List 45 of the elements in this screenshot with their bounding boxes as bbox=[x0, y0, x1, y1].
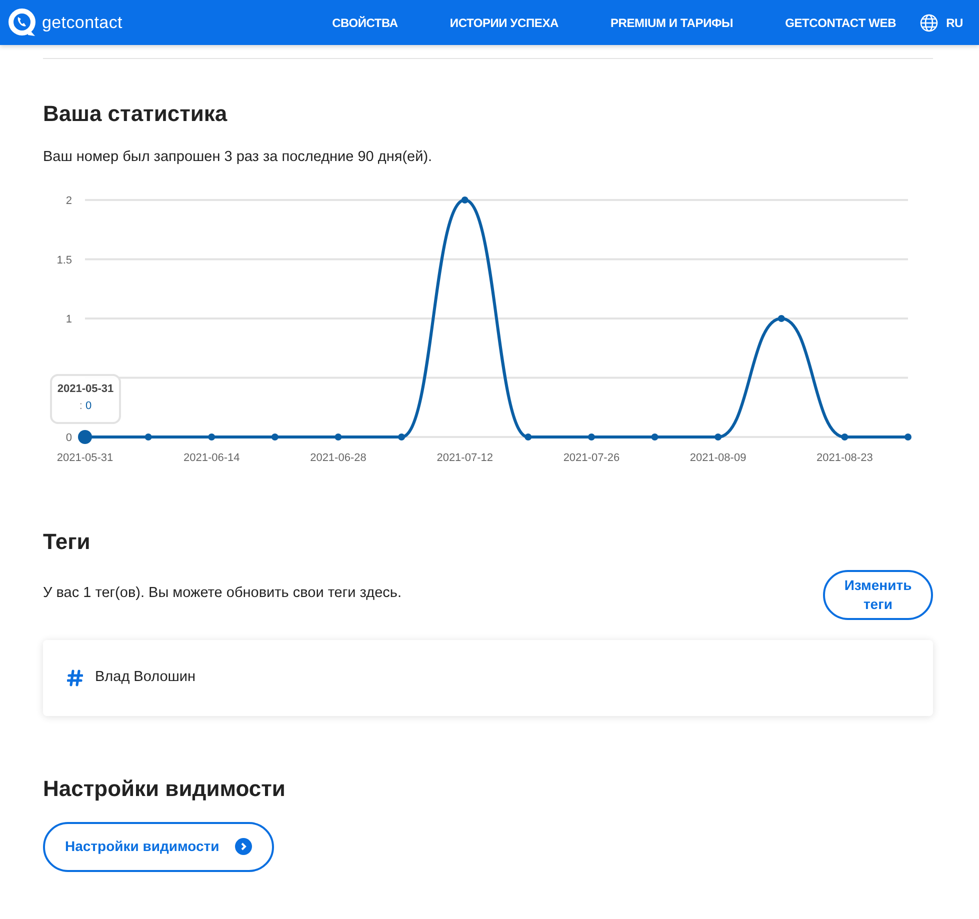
chevron-right-icon bbox=[235, 838, 252, 856]
data-point[interactable] bbox=[461, 196, 468, 204]
summary-text: Ваш номер был запрошен 3 раз за последние 90 дня(ей). bbox=[43, 148, 434, 168]
globe-icon[interactable] bbox=[920, 14, 938, 32]
x-axis-label: 2021-07-26 bbox=[563, 452, 620, 464]
data-point[interactable] bbox=[588, 434, 595, 441]
data-point[interactable] bbox=[841, 434, 848, 441]
x-axis-label: 2021-06-14 bbox=[183, 452, 240, 464]
data-point[interactable] bbox=[524, 434, 532, 441]
data-point[interactable] bbox=[714, 434, 722, 441]
y-axis-label: 1.5 bbox=[56, 254, 72, 266]
data-point[interactable] bbox=[144, 434, 152, 441]
section-heading: Теги bbox=[43, 529, 92, 556]
hash-icon bbox=[67, 668, 83, 687]
data-point[interactable] bbox=[334, 434, 342, 441]
data-point[interactable] bbox=[208, 434, 216, 441]
tooltip-date: 2021-05-31 bbox=[56, 382, 115, 398]
y-axis-label: 0 bbox=[66, 432, 72, 444]
x-axis-label: 2021-08-23 bbox=[816, 452, 873, 464]
section-heading: Настройки видимости bbox=[43, 776, 286, 802]
data-point[interactable] bbox=[398, 434, 406, 441]
x-axis-label: 2021-07-12 bbox=[436, 452, 493, 464]
data-point[interactable] bbox=[778, 315, 785, 322]
nav-link[interactable]: PREMIUM И ТАРИФЫ bbox=[610, 14, 734, 32]
edit-tags-button[interactable]: Изменить теги bbox=[823, 570, 933, 620]
y-axis-label: 2 bbox=[66, 195, 72, 208]
tag-label: Влад Волошин bbox=[95, 668, 196, 687]
tooltip-value: : 0 bbox=[78, 398, 93, 414]
summary-text: У вас 1 тег(ов). Вы можете обновить свои теги здесь. bbox=[43, 584, 402, 603]
visibility-settings-button[interactable]: Настройки видимости bbox=[43, 822, 274, 872]
x-axis-label: 2021-06-28 bbox=[310, 452, 366, 464]
brand-name[interactable]: getcontact bbox=[42, 10, 122, 36]
language-link[interactable]: RU bbox=[946, 14, 963, 32]
data-point[interactable] bbox=[651, 434, 658, 441]
data-point[interactable] bbox=[78, 430, 92, 444]
y-axis-label: 1 bbox=[66, 314, 72, 326]
nav-link[interactable]: GETCONTACT WEB bbox=[785, 14, 896, 32]
data-point[interactable] bbox=[904, 434, 912, 441]
data-point[interactable] bbox=[271, 434, 278, 441]
nav-link[interactable]: СВОЙСТВА bbox=[332, 14, 398, 32]
section-heading: Ваша статистика bbox=[43, 101, 228, 128]
x-axis-label: 2021-08-09 bbox=[690, 452, 746, 464]
logo-icon bbox=[8, 8, 38, 38]
x-axis-label: 2021-05-31 bbox=[56, 452, 114, 464]
nav-link[interactable]: ИСТОРИИ УСПЕХА bbox=[450, 14, 558, 32]
